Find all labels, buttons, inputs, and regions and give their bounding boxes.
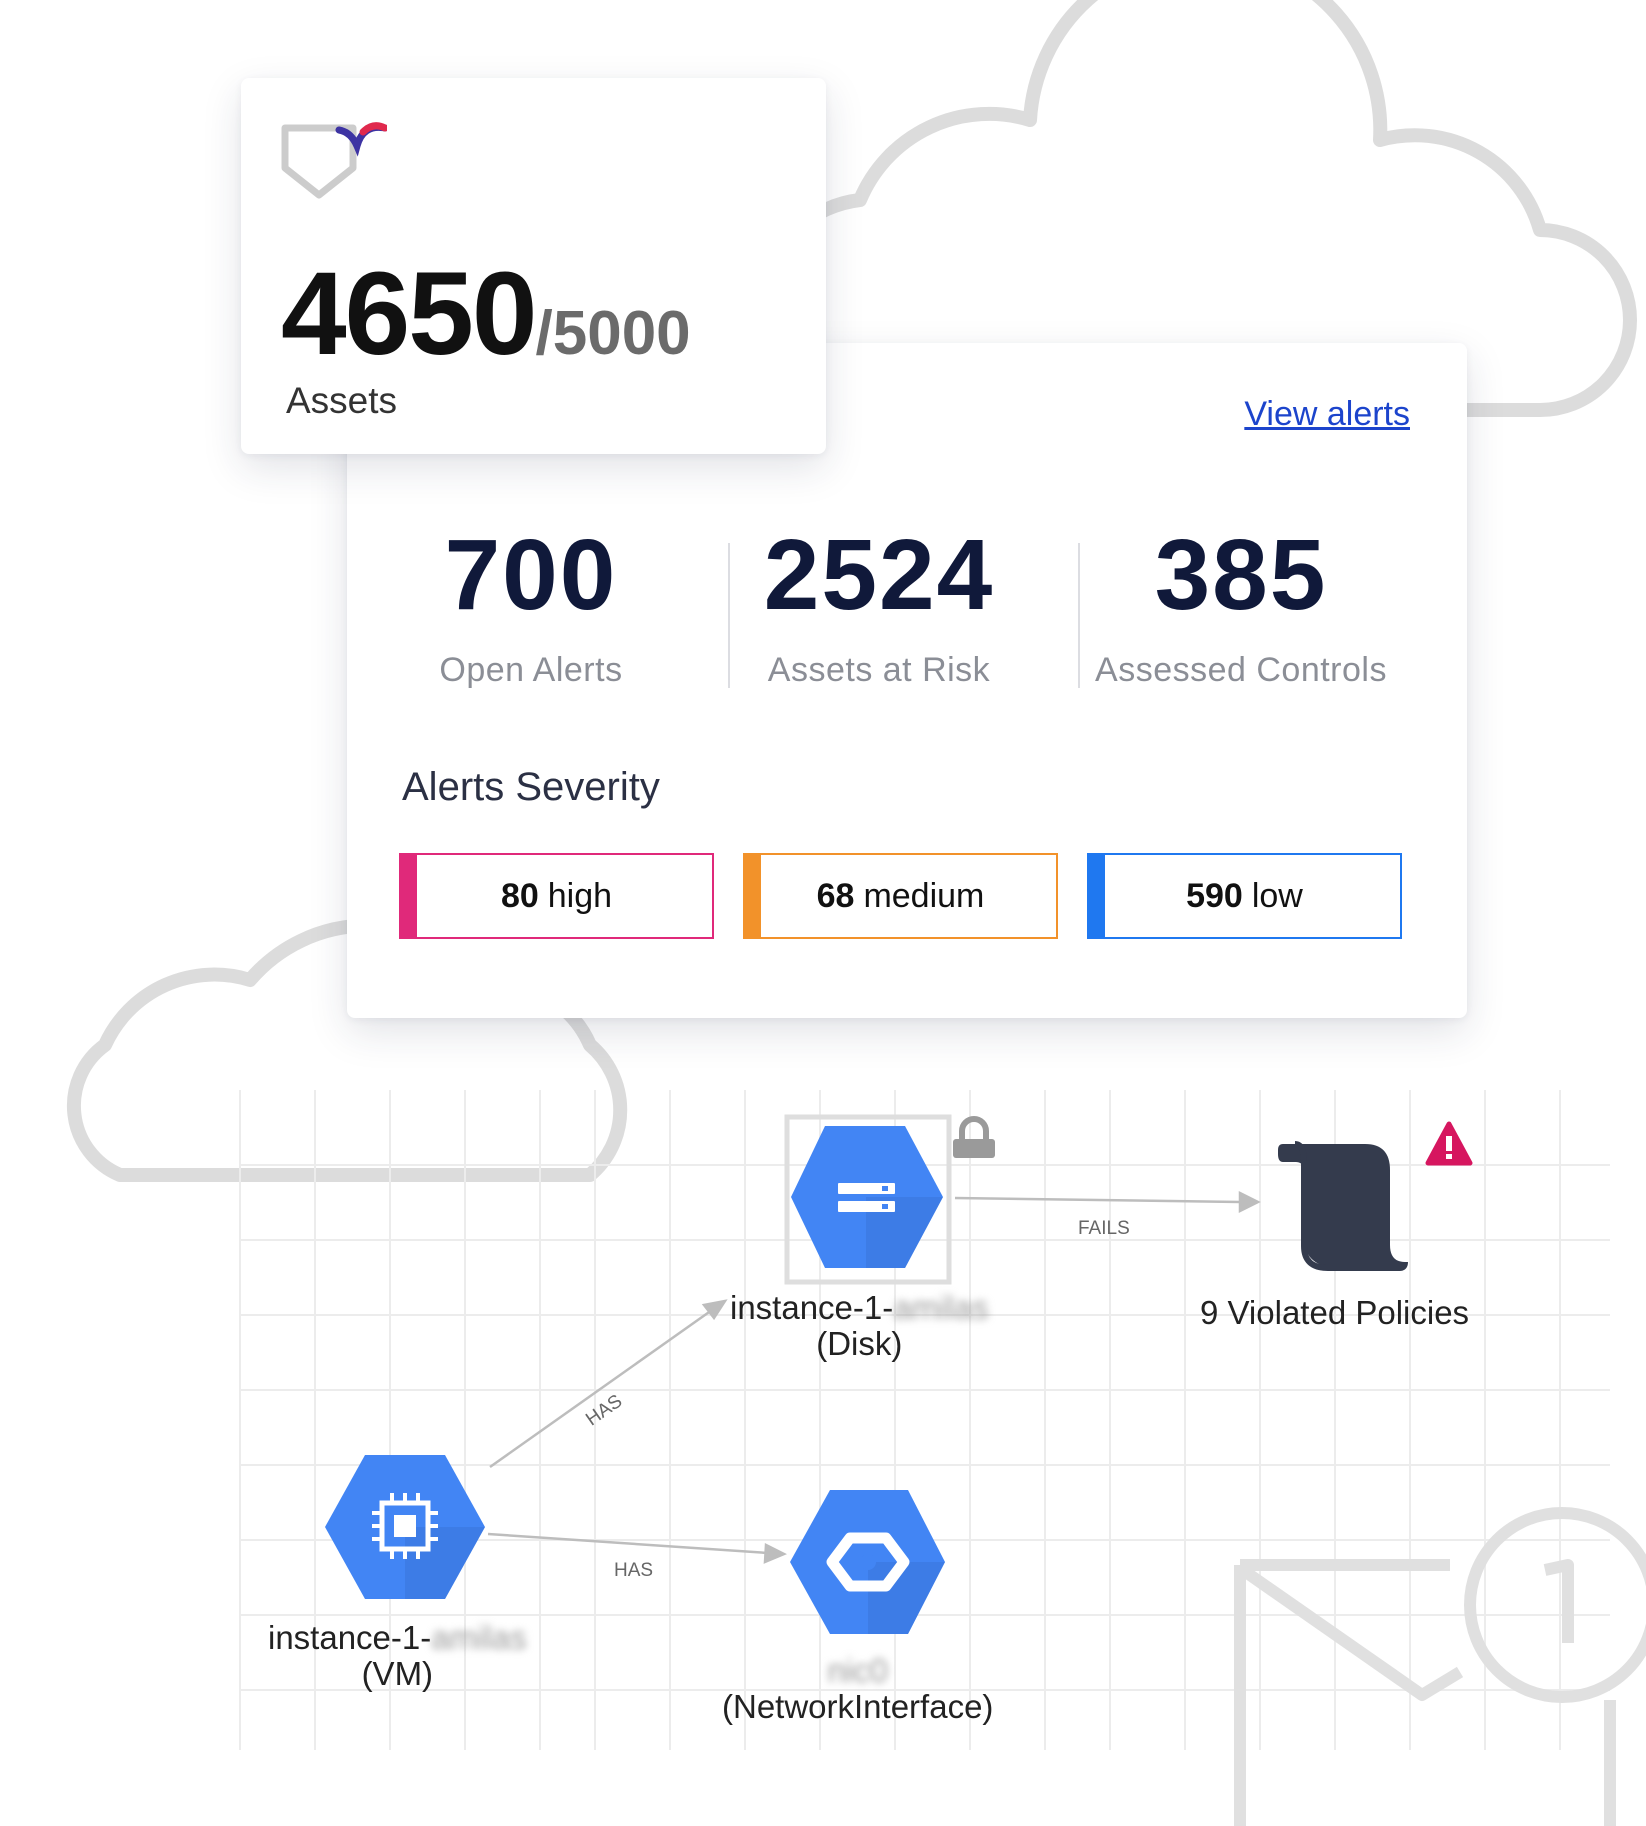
- vm-node-label: instance-1-amilas (VM): [268, 1620, 527, 1692]
- disk-node-name: instance-1-: [730, 1289, 894, 1326]
- stat-assets-at-risk: 2524 Assets at Risk: [719, 525, 1039, 690]
- stat-label: Open Alerts: [439, 651, 623, 689]
- stat-label: Assets at Risk: [767, 651, 991, 689]
- severity-count: 590: [1186, 876, 1243, 915]
- nic-node-label: nic0 (NetworkInterface): [722, 1653, 993, 1725]
- severity-level: medium: [863, 876, 985, 915]
- edge-label-fails: FAILS: [1078, 1218, 1130, 1239]
- vm-node-type: (VM): [361, 1655, 434, 1692]
- alerts-severity-title: Alerts Severity: [402, 765, 660, 809]
- view-alerts-link[interactable]: View alerts: [1244, 395, 1410, 434]
- disk-node-type: (Disk): [816, 1325, 903, 1362]
- severity-color-bar: [743, 853, 761, 939]
- nic-node-name-redacted: nic0: [827, 1652, 888, 1689]
- policy-scroll-icon[interactable]: [1278, 1141, 1408, 1271]
- shield-logo-icon: [281, 122, 387, 199]
- severity-color-bar: [399, 853, 417, 939]
- vm-node-name: instance-1-: [268, 1619, 432, 1656]
- disk-node-label: instance-1-amilas (Disk): [730, 1290, 989, 1362]
- assets-value: 4650/5000: [281, 246, 691, 382]
- assets-label: Assets: [286, 380, 398, 421]
- severity-high-button[interactable]: 80 high: [399, 853, 714, 939]
- severity-level: high: [547, 876, 613, 915]
- assets-card: 4650/5000 Assets: [241, 78, 826, 454]
- mail-icon: [1234, 1507, 1646, 1826]
- severity-medium-button[interactable]: 68 medium: [743, 853, 1058, 939]
- severity-count: 80: [500, 876, 539, 915]
- disk-node-name-redacted: amilas: [893, 1289, 989, 1326]
- cpu-chip-icon[interactable]: [325, 1455, 485, 1599]
- stat-assessed-controls: 385 Assessed Controls: [1071, 525, 1411, 690]
- lock-icon: [953, 1116, 995, 1158]
- edge-label-has: HAS: [614, 1560, 654, 1581]
- vm-node-name-redacted: amilas: [431, 1619, 527, 1656]
- stat-value: 2524: [763, 519, 995, 631]
- severity-low-button[interactable]: 590 low: [1087, 853, 1402, 939]
- assets-count: 4650: [281, 248, 538, 380]
- stat-label: Assessed Controls: [1095, 651, 1387, 689]
- warning-icon: [1425, 1121, 1473, 1166]
- violated-policies-label: 9 Violated Policies: [1200, 1294, 1470, 1331]
- assets-total: /5000: [535, 299, 691, 368]
- stat-open-alerts: 700 Open Alerts: [371, 525, 691, 690]
- network-hexagon-icon[interactable]: [790, 1490, 945, 1634]
- stat-value: 700: [444, 519, 618, 631]
- severity-color-bar: [1087, 853, 1105, 939]
- stat-value: 385: [1154, 519, 1328, 631]
- nic-node-type: (NetworkInterface): [722, 1688, 994, 1725]
- severity-count: 68: [816, 876, 855, 915]
- severity-level: low: [1251, 876, 1303, 915]
- storage-icon[interactable]: [791, 1126, 943, 1268]
